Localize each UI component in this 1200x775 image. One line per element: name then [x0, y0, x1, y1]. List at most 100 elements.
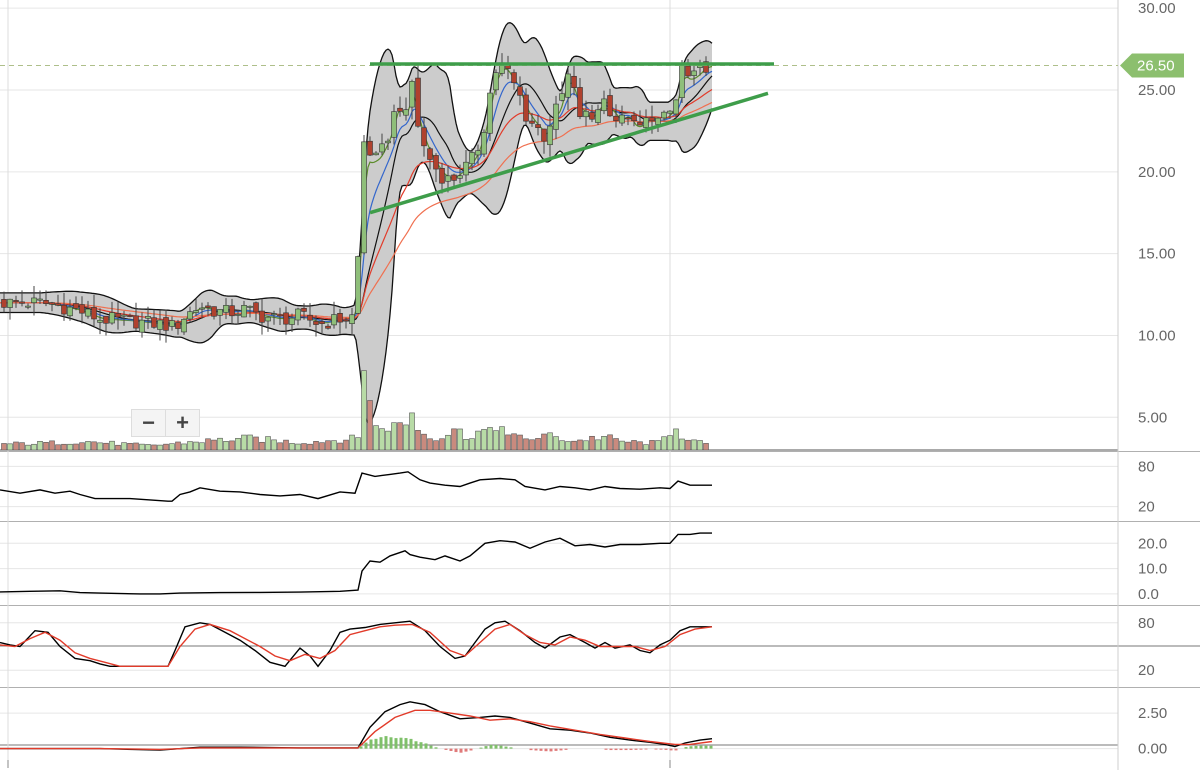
volume-bar — [415, 430, 421, 451]
volume-bar — [1, 443, 7, 451]
volume-bar — [211, 439, 217, 451]
zoom-out-button[interactable]: − — [132, 410, 165, 436]
volume-bar — [625, 441, 631, 451]
volume-bar — [445, 434, 451, 451]
axis-tick-label: 80 — [1138, 458, 1155, 475]
macd-histogram-bar — [544, 748, 548, 752]
candle-body — [121, 314, 127, 317]
volume-bar — [493, 430, 499, 451]
volume-bar — [571, 440, 577, 451]
macd-histogram-bar — [414, 741, 418, 749]
macd-histogram-bar — [634, 748, 638, 750]
volume-bar — [589, 435, 595, 451]
volume-bar — [679, 438, 685, 451]
macd-histogram-bar — [499, 745, 503, 749]
candle-body — [421, 127, 427, 147]
panel-3-line-0 — [0, 620, 712, 668]
candle-body — [277, 314, 283, 317]
macd-histogram-bar — [619, 748, 623, 751]
volume-bar — [85, 441, 91, 451]
candle-body — [67, 306, 73, 317]
right-axis: 30.00 25.00 20.00 15.00 10.00 5.00 80 20 20.0 10.… — [1120, 0, 1184, 758]
volume-bar — [481, 429, 487, 451]
volume-bar — [505, 434, 511, 451]
volume-bar — [439, 438, 445, 451]
candle-body — [607, 95, 613, 117]
candle-body — [265, 316, 271, 322]
panel-3-line-1 — [0, 623, 713, 667]
volume-bar — [223, 441, 229, 451]
candle-body — [295, 308, 301, 321]
volume-bar — [619, 440, 625, 451]
candle-body — [259, 310, 265, 323]
candle-body — [379, 143, 385, 153]
macd-histogram-bar — [554, 748, 558, 751]
candle-body — [475, 150, 481, 156]
volume-bar — [115, 444, 121, 451]
candle-body — [193, 310, 199, 313]
volume-bar — [565, 441, 571, 451]
volume-bar — [631, 440, 637, 451]
volume-bar — [61, 443, 67, 451]
macd-histogram-bar — [529, 748, 533, 751]
volume-bar — [559, 440, 565, 451]
volume-bar — [637, 441, 643, 451]
candle-body — [529, 120, 535, 124]
axis-tick-label: 20.0 — [1138, 535, 1167, 552]
axis-tick-label: 0.0 — [1138, 586, 1159, 603]
volume-bar — [403, 424, 409, 451]
candle-body — [451, 174, 457, 181]
candle-body — [679, 63, 685, 98]
volume-bar — [55, 444, 61, 451]
candle-body — [559, 93, 565, 101]
candle-body — [541, 128, 547, 142]
volume-bar — [541, 433, 547, 451]
volume-bar — [433, 440, 439, 451]
candle-body — [577, 87, 583, 117]
macd-histogram-bar — [469, 748, 473, 751]
candle-body — [445, 175, 451, 182]
volume-bar — [7, 443, 13, 451]
volume-bar — [271, 439, 277, 451]
volume-bar — [151, 444, 157, 451]
candle-body — [175, 322, 181, 329]
volume-bar — [685, 439, 691, 451]
candle-body — [613, 115, 619, 122]
candle-body — [685, 65, 691, 77]
candle-body — [583, 110, 589, 118]
axis-tick-label: 0.00 — [1138, 741, 1167, 758]
axis-tick-label: 2.50 — [1138, 705, 1167, 722]
candle-body — [433, 155, 439, 170]
volume-bar — [463, 439, 469, 451]
volume-bar — [121, 442, 127, 451]
candle-body — [571, 75, 577, 88]
macd-histogram-bar — [444, 748, 448, 750]
candle-body — [457, 175, 463, 179]
last-price-label: 26.50 — [1137, 57, 1175, 74]
candle-body — [253, 302, 259, 313]
candle-body — [667, 110, 673, 114]
macd-histogram-bar — [669, 748, 673, 751]
axis-tick-label: 15.00 — [1138, 246, 1176, 263]
zoom-in-button[interactable]: + — [165, 410, 199, 436]
volume-bar — [43, 442, 49, 451]
candle-body — [7, 298, 13, 308]
candle-body — [655, 117, 661, 125]
chart-area: 30.00 25.00 20.00 15.00 10.00 5.00 80 20 20.0 10.… — [0, 0, 1200, 770]
candle-body — [31, 297, 37, 304]
volume-bar — [367, 400, 373, 451]
candle-body — [397, 107, 403, 112]
volume-bar — [547, 432, 553, 451]
candle-body — [115, 313, 121, 318]
volume-bar — [289, 443, 295, 451]
macd-histogram-bar — [384, 736, 388, 749]
volume-bar — [355, 437, 361, 451]
candle-body — [649, 117, 655, 122]
candle-body — [1, 299, 7, 308]
volume-bar — [373, 425, 379, 451]
volume-bar — [529, 439, 535, 451]
volume-bar — [163, 443, 169, 451]
axis-tick-label: 25.00 — [1138, 82, 1176, 99]
volume-bar — [133, 442, 139, 451]
macd-histogram-bar — [409, 738, 413, 749]
